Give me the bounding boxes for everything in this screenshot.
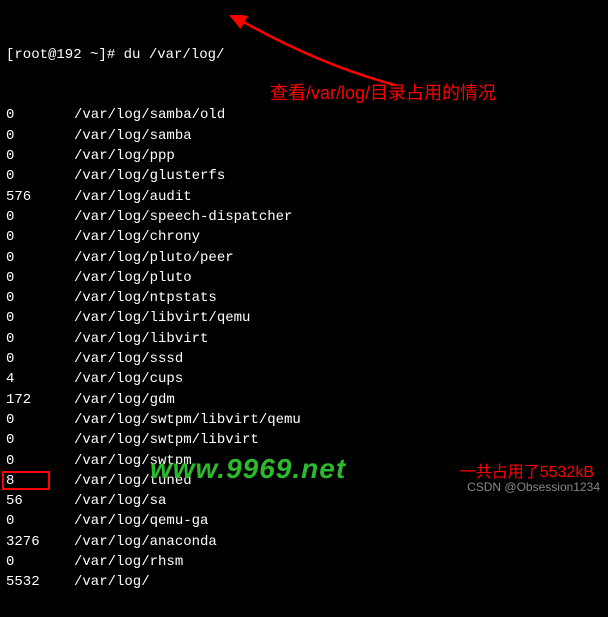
size-value: 4: [6, 369, 74, 389]
output-row: 172/var/log/gdm: [6, 390, 602, 410]
output-row: 0/var/log/libvirt/qemu: [6, 308, 602, 328]
path-value: /var/log/libvirt: [74, 329, 208, 349]
prompt-line: [root@192 ~]# du /var/log/: [6, 45, 602, 65]
output-row: 0/var/log/pluto/peer: [6, 248, 602, 268]
path-value: /var/log/ntpstats: [74, 288, 217, 308]
output-row: 0/var/log/rhsm: [6, 552, 602, 572]
size-value: 0: [6, 329, 74, 349]
output-row: 0/var/log/samba/old: [6, 105, 602, 125]
size-value: 0: [6, 552, 74, 572]
output-row: 0/var/log/qemu-ga: [6, 511, 602, 531]
size-value: 0: [6, 430, 74, 450]
size-value: 0: [6, 166, 74, 186]
size-value: 0: [6, 146, 74, 166]
size-value: 0: [6, 288, 74, 308]
path-value: /var/log/sa: [74, 491, 166, 511]
output-row: 0/var/log/speech-dispatcher: [6, 207, 602, 227]
path-value: /var/log/audit: [74, 187, 192, 207]
path-value: /var/log/sssd: [74, 349, 183, 369]
path-value: /var/log/: [74, 572, 150, 592]
path-value: /var/log/speech-dispatcher: [74, 207, 292, 227]
path-value: /var/log/swtpm/libvirt/qemu: [74, 410, 301, 430]
watermark-author: CSDN @Obsession1234: [467, 479, 600, 496]
output-row: 0/var/log/ppp: [6, 146, 602, 166]
path-value: /var/log/gdm: [74, 390, 175, 410]
path-value: /var/log/samba/old: [74, 105, 225, 125]
shell-prompt: [root@192 ~]#: [6, 47, 124, 63]
output-row: 0/var/log/swtpm/libvirt: [6, 430, 602, 450]
output-row: 0/var/log/chrony: [6, 227, 602, 247]
annotation-command-explain: 查看/var/log/目录占用的情况: [270, 80, 496, 106]
path-value: /var/log/cups: [74, 369, 183, 389]
size-value: 0: [6, 227, 74, 247]
output-row: 5532/var/log/: [6, 572, 602, 592]
size-value: 0: [6, 410, 74, 430]
output-row: 0/var/log/ntpstats: [6, 288, 602, 308]
size-value: 0: [6, 248, 74, 268]
path-value: /var/log/pluto/peer: [74, 248, 234, 268]
path-value: /var/log/pluto: [74, 268, 192, 288]
size-value: 56: [6, 491, 74, 511]
size-value: 3276: [6, 532, 74, 552]
size-value: 0: [6, 451, 74, 471]
path-value: /var/log/glusterfs: [74, 166, 225, 186]
size-value: 576: [6, 187, 74, 207]
path-value: /var/log/samba: [74, 126, 192, 146]
size-value: 8: [6, 471, 74, 491]
size-value: 0: [6, 105, 74, 125]
command-text: du /var/log/: [124, 47, 225, 63]
output-row: 576/var/log/audit: [6, 187, 602, 207]
path-value: /var/log/anaconda: [74, 532, 217, 552]
size-value: 0: [6, 126, 74, 146]
size-value: 0: [6, 308, 74, 328]
output-row: 0/var/log/samba: [6, 126, 602, 146]
size-value: 0: [6, 511, 74, 531]
size-value: 0: [6, 207, 74, 227]
path-value: /var/log/swtpm/libvirt: [74, 430, 259, 450]
output-row: 0/var/log/glusterfs: [6, 166, 602, 186]
output-row: 4/var/log/cups: [6, 369, 602, 389]
size-value: 0: [6, 349, 74, 369]
path-value: /var/log/qemu-ga: [74, 511, 208, 531]
size-value: 172: [6, 390, 74, 410]
output-row: 0/var/log/swtpm/libvirt/qemu: [6, 410, 602, 430]
path-value: /var/log/chrony: [74, 227, 200, 247]
path-value: /var/log/ppp: [74, 146, 175, 166]
output-row: 0/var/log/sssd: [6, 349, 602, 369]
watermark-site: www.9969.net: [150, 449, 346, 490]
output-row: 3276/var/log/anaconda: [6, 532, 602, 552]
path-value: /var/log/rhsm: [74, 552, 183, 572]
output-row: 0/var/log/libvirt: [6, 329, 602, 349]
output-row: 0/var/log/pluto: [6, 268, 602, 288]
size-value: 5532: [6, 572, 74, 592]
size-value: 0: [6, 268, 74, 288]
path-value: /var/log/libvirt/qemu: [74, 308, 250, 328]
